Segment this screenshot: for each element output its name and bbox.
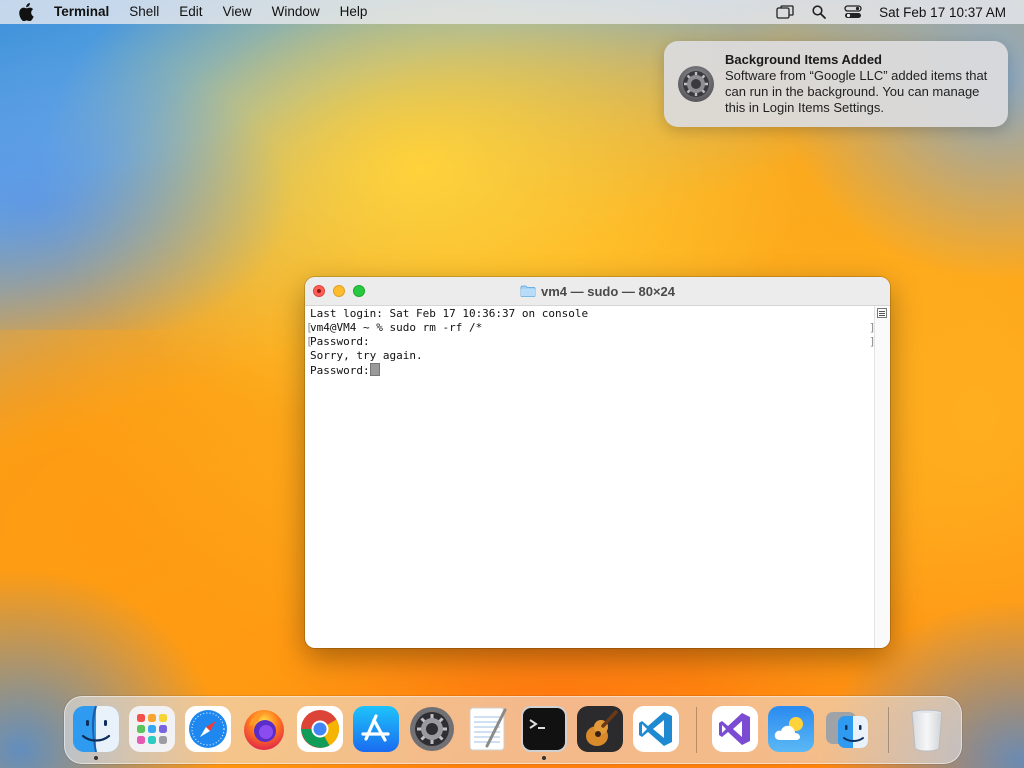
dock <box>64 696 962 764</box>
control-center-icon[interactable] <box>843 4 863 20</box>
terminal-output[interactable]: Last login: Sat Feb 17 10:36:37 on conso… <box>305 306 875 648</box>
dock-visual-studio-icon[interactable] <box>712 706 758 752</box>
dock-separator <box>696 707 697 753</box>
terminal-line: Sorry, try again. <box>310 349 423 362</box>
terminal-prompt-line[interactable]: Password: <box>310 363 380 377</box>
mark-bracket-left: [ <box>306 321 313 334</box>
apple-icon[interactable] <box>18 0 38 24</box>
dock-terminal-icon[interactable] <box>521 706 567 752</box>
window-title: vm4 — sudo — 80×24 <box>540 283 676 299</box>
dock-chrome-icon[interactable] <box>297 706 343 752</box>
menu-edit[interactable]: Edit <box>169 0 212 24</box>
terminal-line: vm4@VM4 ~ % sudo rm -rf /* <box>310 321 483 334</box>
split-pane-icon[interactable] <box>877 308 887 318</box>
window-title-container: vm4 — sudo — 80×24 <box>305 277 890 305</box>
dock-finder-icon[interactable] <box>73 706 119 752</box>
menu-bar: Terminal Shell Edit View Window Help Sat… <box>0 0 1024 24</box>
dock-system-settings-icon[interactable] <box>409 706 455 752</box>
dock-migration-assistant-icon[interactable] <box>824 706 870 752</box>
dock-trash-icon[interactable] <box>904 706 950 752</box>
dock-app-store-icon[interactable] <box>353 706 399 752</box>
system-settings-gear-icon <box>677 65 715 103</box>
terminal-window[interactable]: vm4 — sudo — 80×24 Last login: Sat Feb 1… <box>305 277 890 648</box>
mark-bracket-left: [ <box>306 335 313 348</box>
dock-firefox-icon[interactable] <box>241 706 287 752</box>
text-cursor <box>369 363 380 376</box>
dock-weather-icon[interactable] <box>768 706 814 752</box>
screen-mirroring-icon[interactable] <box>775 4 795 20</box>
folder-icon <box>520 285 536 297</box>
dock-launchpad-icon[interactable] <box>129 706 175 752</box>
dock-vscode-icon[interactable] <box>633 706 679 752</box>
background-items-notification[interactable]: Background Items Added Software from “Go… <box>664 41 1008 127</box>
dock-garageband-icon[interactable] <box>577 706 623 752</box>
terminal-line: Password: <box>310 364 370 377</box>
notification-title: Background Items Added <box>725 52 882 67</box>
menu-window[interactable]: Window <box>262 0 330 24</box>
menu-bar-clock[interactable]: Sat Feb 17 10:37 AM <box>879 5 1006 20</box>
running-indicator <box>94 756 98 760</box>
search-icon[interactable] <box>809 4 829 20</box>
dock-textedit-icon[interactable] <box>465 706 511 752</box>
terminal-scrollbar[interactable] <box>874 306 890 648</box>
notification-body: Software from “Google LLC” added items t… <box>725 68 988 115</box>
terminal-line: Last login: Sat Feb 17 10:36:37 on conso… <box>310 307 589 320</box>
terminal-title-bar[interactable]: vm4 — sudo — 80×24 <box>305 277 890 306</box>
menu-shell[interactable]: Shell <box>119 0 169 24</box>
running-indicator <box>542 756 546 760</box>
menu-view[interactable]: View <box>213 0 262 24</box>
menu-help[interactable]: Help <box>330 0 378 24</box>
dock-separator <box>888 707 889 753</box>
menu-app-terminal[interactable]: Terminal <box>52 0 119 24</box>
terminal-line: Password: <box>310 335 370 348</box>
dock-safari-icon[interactable] <box>185 706 231 752</box>
